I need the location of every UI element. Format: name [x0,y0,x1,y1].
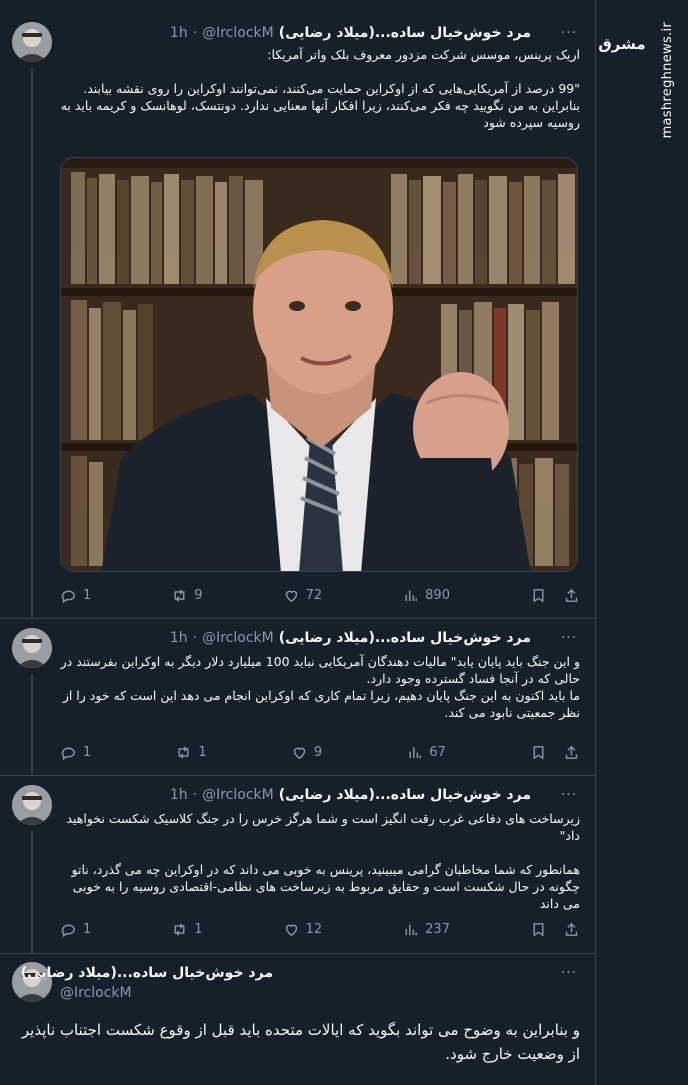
retweet-icon [174,922,185,936]
reply-count: 1 [83,744,92,760]
reply-button[interactable]: 1 [60,744,91,761]
tweet-line: و این جنگ باید پایان یابد" مالیات دهندگا… [60,654,580,686]
separator-dot: · [192,25,198,41]
user-handle[interactable]: @IrclockM [202,25,274,41]
retweet-count: 1 [194,921,203,937]
heart-icon [285,924,297,936]
tweet-text: و بنابراین به وضوح می تواند بگوید که ایا… [21,1021,580,1063]
divider [0,953,596,954]
reply-icon [61,747,75,760]
tweet-handle-row: @IrclockM [60,982,132,1004]
watermark-sidebar [597,0,688,1085]
avatar[interactable] [12,628,52,668]
reply-count: 1 [83,921,92,937]
views-button[interactable]: 67 [406,744,446,761]
like-button[interactable]: 72 [283,587,323,604]
tweet-actions: 1 1 9 67 [60,741,580,763]
mashregh-logo: مشرق [598,35,646,53]
reply-button[interactable]: 1 [60,587,91,604]
thread-line [31,674,33,774]
timestamp[interactable]: 1h [170,630,188,646]
user-handle[interactable]: @IrclockM [202,630,274,646]
retweet-count: 9 [194,587,203,603]
tweet-line: اریک پرینس، موسس شرکت مزدور معروف بلک وا… [267,47,580,62]
timestamp[interactable]: 1h [170,787,188,803]
watermark-site: mashreghnews.ir [660,22,675,139]
more-options-icon[interactable]: ··· [558,627,580,649]
more-options-icon[interactable]: ··· [558,962,580,984]
views-button[interactable]: 237 [402,921,450,938]
tweet-line: بنابراین به من نگویید چه فکر می‌کنند، زی… [60,98,580,130]
share-button[interactable] [563,587,580,604]
analytics-icon [405,924,418,935]
reply-icon [61,590,75,603]
tweet-line: زیرساخت های دفاعی غرب رقت انگیز است و شم… [66,811,580,843]
like-button[interactable]: 12 [283,921,323,938]
like-count: 72 [305,587,323,603]
timestamp[interactable]: 1h [170,25,188,41]
tweet-photo[interactable] [60,157,578,572]
thread-line [31,68,33,618]
like-button[interactable]: 9 [291,744,322,761]
tweet-line: "99 درصد از آمریکایی‌هایی که از اوکراین … [83,81,580,96]
heart-icon [285,590,297,602]
separator-dot: · [192,630,198,646]
avatar[interactable] [12,22,52,62]
share-icon [565,922,578,936]
thread-line [31,831,33,953]
bookmark-icon [533,922,544,936]
bookmark-button[interactable] [530,921,547,938]
bookmark-icon [533,588,544,602]
timeline-feed: مرد خوش‌خیال ساده...(میلاد رضایی) @Irclo… [0,0,596,1085]
user-handle[interactable]: @IrclockM [202,787,274,803]
reply-count: 1 [83,587,92,603]
reply-icon [61,924,75,937]
avatar[interactable] [12,785,52,825]
like-count: 12 [305,921,323,937]
display-name[interactable]: مرد خوش‌خیال ساده...(میلاد رضایی) [279,787,531,803]
retweet-icon [178,745,189,759]
share-icon [565,588,578,602]
tweet-actions: 1 1 12 237 [60,918,580,940]
analytics-icon [409,747,422,758]
share-button[interactable] [563,744,580,761]
tweet-header: مرد خوش‌خیال ساده...(میلاد رضایی) @Irclo… [170,784,531,806]
tweet-text: زیرساخت های دفاعی غرب رقت انگیز است و شم… [60,810,580,912]
tweet-line: همانطور که شما مخاطبان گرامی میبینید، پر… [71,862,580,911]
tweet-header: مرد خوش‌خیال ساده...(میلاد رضایی) @Irclo… [170,627,531,649]
bookmark-button[interactable] [530,744,547,761]
view-count: 890 [425,587,450,603]
display-name[interactable]: مرد خوش‌خیال ساده...(میلاد رضایی) [279,630,531,646]
divider [0,775,596,776]
more-options-icon[interactable]: ··· [558,784,580,806]
view-count: 67 [429,744,446,760]
tweet-line: ما باید اکنون به این جنگ پایان دهیم، زیر… [62,688,580,720]
tweet-text: اریک پرینس، موسس شرکت مزدور معروف بلک وا… [60,46,580,131]
retweet-count: 1 [198,744,207,760]
retweet-icon [174,588,185,602]
tweet-text: و این جنگ باید پایان یابد" مالیات دهندگا… [60,653,580,721]
analytics-icon [405,590,418,601]
more-options-icon[interactable]: ··· [558,22,580,44]
view-count: 237 [425,921,450,937]
retweet-button[interactable]: 9 [171,587,203,604]
share-icon [565,745,578,759]
display-name[interactable]: مرد خوش‌خیال ساده...(میلاد رضایی) [279,25,531,41]
tweet-header: مرد خوش‌خیال ساده...(میلاد رضایی) @Irclo… [170,22,531,44]
divider [0,618,596,619]
bookmark-icon [533,745,544,759]
reply-button[interactable]: 1 [60,921,91,938]
bookmark-button[interactable] [530,587,547,604]
views-button[interactable]: 890 [402,587,450,604]
heart-icon [293,747,306,759]
tweet-header: مرد خوش‌خیال ساده...(میلاد رضایی) [21,962,273,984]
retweet-button[interactable]: 1 [175,744,207,761]
retweet-button[interactable]: 1 [171,921,203,938]
share-button[interactable] [563,921,580,938]
like-count: 9 [313,744,323,760]
tweet-actions: 1 9 72 890 [60,584,580,606]
user-handle[interactable]: @IrclockM [60,985,132,1001]
display-name[interactable]: مرد خوش‌خیال ساده...(میلاد رضایی) [21,965,273,981]
separator-dot: · [192,787,198,803]
